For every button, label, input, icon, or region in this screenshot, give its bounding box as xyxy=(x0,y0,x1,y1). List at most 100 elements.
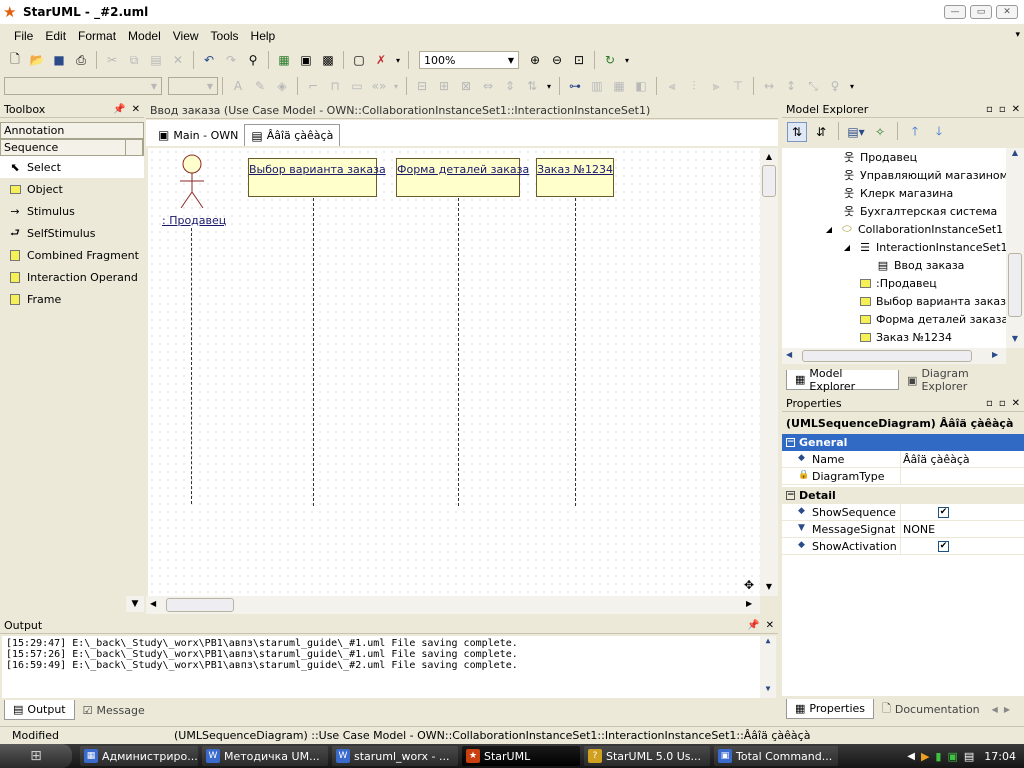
menu-help[interactable]: Help xyxy=(245,29,282,43)
tab-main-own[interactable]: ▣ Main - OWN xyxy=(152,124,244,146)
fill-color-icon[interactable]: ◈ xyxy=(272,76,292,96)
scroll-right-arrow-icon[interactable]: ▶ xyxy=(992,350,998,359)
diagram-canvas[interactable]: : Продавец Выбор варианта заказа Форма д… xyxy=(148,148,760,596)
diagram-view-icon[interactable]: ▣ xyxy=(296,50,316,70)
close-icon[interactable]: ✕ xyxy=(766,620,774,631)
output-log[interactable]: [15:29:47] E:\_back\_Study\_worx\PB1\авп… xyxy=(2,636,776,698)
menu-format[interactable]: Format xyxy=(72,29,122,43)
scroll-up-arrow-icon[interactable]: ▲ xyxy=(760,152,778,161)
same-height-icon[interactable]: ↕ xyxy=(781,76,801,96)
tab-scroll-left-icon[interactable]: ◀ xyxy=(992,705,998,714)
sort-icon[interactable]: ⇅ xyxy=(522,76,542,96)
chevron-down-icon[interactable]: ▾ xyxy=(1015,30,1020,40)
tab-scroll-right-icon[interactable]: ▶ xyxy=(1004,705,1010,714)
close-window-button[interactable]: ✕ xyxy=(996,5,1018,19)
pin-icon[interactable]: 📌 xyxy=(747,620,759,631)
property-row-name[interactable]: ◆ Name Ââîä çàêàçà xyxy=(782,450,1024,468)
print-icon[interactable]: ⎙ xyxy=(71,50,91,70)
menu-file[interactable]: File xyxy=(8,29,39,43)
scroll-down-arrow-icon[interactable]: ▼ xyxy=(760,684,776,693)
scroll-down-arrow-icon[interactable]: ▼ xyxy=(760,582,778,591)
undo-icon[interactable]: ↶ xyxy=(199,50,219,70)
tab-properties[interactable]: ▦ Properties xyxy=(786,699,874,719)
property-name-value[interactable]: Ââîä çàêàçà xyxy=(900,450,1024,468)
diagram-vertical-scrollbar[interactable]: ▲ ▼ xyxy=(760,148,778,596)
stereotype-icon[interactable]: «» xyxy=(369,76,389,96)
bring-front-icon[interactable]: ◧ xyxy=(631,76,651,96)
taskbar-item[interactable]: ▦ Администриро... xyxy=(80,746,198,766)
close-icon[interactable]: ✕ xyxy=(1012,104,1020,115)
lifeline-object-3[interactable]: Заказ №1234 xyxy=(536,158,614,197)
tab-output[interactable]: ▤ Output xyxy=(4,700,75,720)
tree-item[interactable]: 웃 Продавец xyxy=(842,148,917,166)
filter-icon[interactable]: ✧ xyxy=(870,122,890,142)
chevron-down-icon[interactable]: ▾ xyxy=(847,76,857,96)
line-style-icon[interactable]: ⌐ xyxy=(303,76,323,96)
float-icon[interactable]: ▫ xyxy=(986,104,993,115)
menu-model[interactable]: Model xyxy=(122,29,167,43)
messagesignature-value[interactable]: NONE xyxy=(900,520,1024,538)
collapse-box-icon[interactable]: − xyxy=(786,438,795,447)
zoom-fit-icon[interactable]: ⊡ xyxy=(569,50,589,70)
lifeline-object-1[interactable]: Выбор варианта заказа xyxy=(248,158,386,197)
tool-interaction-operand[interactable]: Interaction Operand xyxy=(0,266,144,288)
rectilinear-icon[interactable]: ⊓ xyxy=(325,76,345,96)
scroll-up-arrow-icon[interactable]: ▲ xyxy=(1006,148,1024,157)
add-diagram-icon[interactable]: ▦ xyxy=(274,50,294,70)
tool-combined-fragment[interactable]: Combined Fragment xyxy=(0,244,144,266)
align-right-icon[interactable]: ⫸ xyxy=(706,76,726,96)
maximize-button[interactable]: ▭ xyxy=(970,5,992,19)
chevron-down-icon[interactable]: ▾ xyxy=(391,76,401,96)
same-width-icon[interactable]: ↔ xyxy=(759,76,779,96)
category-collapse-button[interactable] xyxy=(125,139,143,156)
distribute-icon[interactable]: ⇕ xyxy=(500,76,520,96)
tree-horizontal-scrollbar[interactable]: ◀ ▶ xyxy=(782,348,1006,364)
save-icon[interactable]: ■ xyxy=(49,50,69,70)
antivirus-icon[interactable]: ▣ xyxy=(947,750,957,763)
tree-item[interactable]: Форма деталей заказа xyxy=(858,310,1008,328)
refresh-icon[interactable]: ↻ xyxy=(600,50,620,70)
tab-diagram-explorer[interactable]: ▣ Diagram Explorer xyxy=(899,367,1024,393)
move-down-icon[interactable]: 🡓 xyxy=(929,122,949,142)
scroll-left-arrow-icon[interactable]: ◀ xyxy=(150,599,156,608)
tab-documentation[interactable]: 🗋 Documentation xyxy=(874,699,988,719)
move-canvas-icon[interactable]: ✥ xyxy=(744,578,754,592)
menu-tools[interactable]: Tools xyxy=(205,29,245,43)
same-size-icon[interactable]: ⤡ xyxy=(803,76,823,96)
show-attr-icon[interactable]: ⊟ xyxy=(412,76,432,96)
taskbar-item[interactable]: Wstaruml_worx - ... xyxy=(332,746,458,766)
diagram-add-icon[interactable]: ▩ xyxy=(318,50,338,70)
delete-icon[interactable]: ✕ xyxy=(168,50,188,70)
tree-item[interactable]: 웃 Клерк магазина xyxy=(842,184,953,202)
tray-expand-icon[interactable]: ◀ xyxy=(907,751,915,762)
tool-selfstimulus[interactable]: ⮐ SelfStimulus xyxy=(0,222,144,244)
group-icon[interactable]: ▥ xyxy=(587,76,607,96)
taskbar-item[interactable]: ★ StarUML xyxy=(462,746,580,766)
ungroup-icon[interactable]: ▦ xyxy=(609,76,629,96)
actor-tool-icon[interactable]: ♀ xyxy=(825,76,845,96)
layout-icon[interactable]: ⊶ xyxy=(565,76,585,96)
collapse-arrow-icon[interactable]: ◢ xyxy=(822,223,836,235)
scrollbar-thumb[interactable] xyxy=(166,598,234,612)
add-element-icon[interactable]: ▤▾ xyxy=(846,122,866,142)
property-row-messagesignature[interactable]: ▼ MessageSignat NONE xyxy=(782,520,1024,538)
taskbar-item[interactable]: ? StarUML 5.0 Us... xyxy=(584,746,710,766)
move-up-icon[interactable]: 🡑 xyxy=(905,122,925,142)
font-size-select[interactable]: ▼ xyxy=(168,77,218,95)
tree-item[interactable]: ◢ ☰ InteractionInstanceSet1 xyxy=(840,238,1008,256)
tree-item[interactable]: ◢ ⬭ CollaborationInstanceSet1 xyxy=(822,220,1003,238)
tool-select[interactable]: ⬉ Select xyxy=(0,156,144,178)
new-file-icon[interactable]: 🗋 xyxy=(5,50,25,70)
collapse-arrow-icon[interactable]: ◢ xyxy=(840,241,854,253)
sort-order-icon[interactable]: ⇅ xyxy=(787,122,807,142)
tree-item[interactable]: ▤ Ввод заказа xyxy=(876,256,965,274)
tree-item[interactable]: 웃 Бухгалтерская система xyxy=(842,202,997,220)
open-folder-icon[interactable]: 📂 xyxy=(27,50,47,70)
toolbox-category-annotation[interactable]: Annotation xyxy=(0,122,144,139)
showactivation-checkbox[interactable]: ✔ xyxy=(938,540,949,552)
align-left-icon[interactable]: ⫷ xyxy=(662,76,682,96)
font-color-icon[interactable]: A xyxy=(228,76,248,96)
section-general[interactable]: − General xyxy=(782,434,1024,451)
align-icon[interactable]: ⇔ xyxy=(478,76,498,96)
actor-label[interactable]: : Продавец xyxy=(162,214,226,227)
